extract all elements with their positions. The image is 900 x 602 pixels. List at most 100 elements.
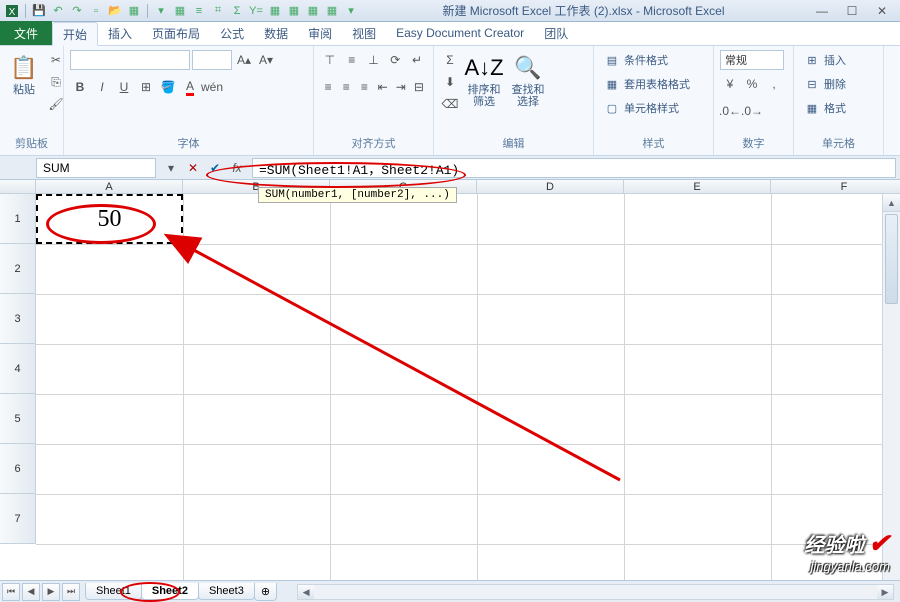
col-header[interactable]: E — [624, 180, 771, 194]
sheet-tab[interactable]: Sheet3 — [198, 583, 255, 600]
cond-format-button[interactable]: ▤条件格式 — [600, 50, 707, 70]
orientation-icon[interactable]: ⟳ — [385, 50, 405, 70]
sheet-nav-first-icon[interactable]: ⏮ — [2, 583, 20, 601]
qat-icon[interactable]: ▾ — [153, 3, 169, 19]
row-header[interactable]: 1 — [0, 194, 36, 244]
save-icon[interactable]: 💾 — [31, 3, 47, 19]
open-icon[interactable]: 📂 — [107, 3, 123, 19]
align-mid-icon[interactable]: ≡ — [342, 50, 362, 70]
row-header[interactable]: 6 — [0, 444, 36, 494]
font-color-icon[interactable]: A — [180, 77, 200, 97]
align-center-icon[interactable]: ≡ — [338, 77, 354, 97]
scroll-thumb[interactable] — [885, 214, 898, 304]
tab-edc[interactable]: Easy Document Creator — [386, 21, 534, 45]
delete-cells-button[interactable]: ⊟删除 — [800, 74, 877, 94]
merge-icon[interactable]: ⊟ — [411, 77, 427, 97]
tab-insert[interactable]: 插入 — [98, 21, 142, 45]
align-bot-icon[interactable]: ⊥ — [364, 50, 384, 70]
font-size-select[interactable] — [192, 50, 232, 70]
qat-more-icon[interactable]: ▾ — [343, 3, 359, 19]
undo-icon[interactable]: ↶ — [50, 3, 66, 19]
wrap-icon[interactable]: ↵ — [407, 50, 427, 70]
qat-icon[interactable]: ≡ — [191, 3, 207, 19]
inc-decimal-icon[interactable]: .0← — [720, 101, 740, 121]
row-header[interactable]: 4 — [0, 344, 36, 394]
sheet-nav-last-icon[interactable]: ⏭ — [62, 583, 80, 601]
qat-icon[interactable]: ▦ — [305, 3, 321, 19]
currency-icon[interactable]: ¥ — [720, 74, 740, 94]
qat-icon[interactable]: Σ — [229, 3, 245, 19]
row-header[interactable]: 5 — [0, 394, 36, 444]
redo-icon[interactable]: ↷ — [69, 3, 85, 19]
enter-formula-icon[interactable]: ✔ — [204, 158, 226, 178]
align-right-icon[interactable]: ≡ — [356, 77, 372, 97]
copy-icon[interactable]: ⎘ — [46, 72, 66, 92]
name-box[interactable]: SUM — [36, 158, 156, 178]
indent-inc-icon[interactable]: ⇥ — [393, 77, 409, 97]
row-header[interactable]: 7 — [0, 494, 36, 544]
new-sheet-button[interactable]: ⊕ — [254, 583, 277, 601]
table-format-button[interactable]: ▦套用表格格式 — [600, 74, 707, 94]
qat-icon[interactable]: ⌗ — [210, 3, 226, 19]
sheet-tab[interactable]: Sheet1 — [85, 583, 142, 600]
format-cells-button[interactable]: ▦格式 — [800, 98, 877, 118]
cell-a1[interactable]: 50 — [36, 194, 183, 244]
file-tab[interactable]: 文件 — [0, 21, 52, 45]
shrink-font-icon[interactable]: A▾ — [256, 50, 276, 70]
qat-icon[interactable]: ▦ — [324, 3, 340, 19]
tab-team[interactable]: 团队 — [534, 21, 578, 45]
qat-icon[interactable]: Y= — [248, 3, 264, 19]
tab-home[interactable]: 开始 — [52, 22, 98, 46]
vertical-scrollbar[interactable]: ▲ — [882, 194, 900, 580]
sheet-nav-next-icon[interactable]: ▶ — [42, 583, 60, 601]
cells-area[interactable]: 50 — [36, 194, 882, 580]
dec-decimal-icon[interactable]: .0→ — [742, 101, 762, 121]
spreadsheet-grid[interactable]: A B C D E F 1 2 3 4 5 6 7 50 ▲ — [0, 180, 900, 580]
close-button[interactable]: ✕ — [868, 2, 896, 20]
row-headers[interactable]: 1 2 3 4 5 6 7 — [0, 194, 36, 544]
fill-color-icon[interactable]: 🪣 — [158, 77, 178, 97]
format-painter-icon[interactable]: 🖌 — [46, 94, 66, 114]
align-top-icon[interactable]: ⊤ — [320, 50, 340, 70]
find-button[interactable]: 🔍 查找和选择 — [508, 50, 548, 110]
border-icon[interactable]: ⊞ — [136, 77, 156, 97]
insert-cells-button[interactable]: ⊞插入 — [800, 50, 877, 70]
number-format-select[interactable]: 常规 — [720, 50, 784, 70]
italic-button[interactable]: I — [92, 77, 112, 97]
scroll-left-icon[interactable]: ◀ — [298, 585, 314, 599]
new-icon[interactable]: ▫ — [88, 3, 104, 19]
minimize-button[interactable]: — — [808, 2, 836, 20]
maximize-button[interactable]: ☐ — [838, 2, 866, 20]
sort-button[interactable]: A↓Z 排序和筛选 — [464, 50, 504, 110]
fill-icon[interactable]: ⬇ — [440, 72, 460, 92]
row-header[interactable]: 3 — [0, 294, 36, 344]
formula-input[interactable]: =SUM(Sheet1!A1，Sheet2!A1) — [252, 158, 896, 178]
underline-button[interactable]: U — [114, 77, 134, 97]
sheet-nav-prev-icon[interactable]: ◀ — [22, 583, 40, 601]
paste-button[interactable]: 📋 粘贴 — [6, 50, 42, 98]
sum-icon[interactable]: Σ — [440, 50, 460, 70]
scroll-right-icon[interactable]: ▶ — [877, 585, 893, 599]
tab-data[interactable]: 数据 — [254, 21, 298, 45]
col-header[interactable]: D — [477, 180, 624, 194]
percent-icon[interactable]: % — [742, 74, 762, 94]
col-header[interactable]: A — [36, 180, 183, 194]
font-name-select[interactable] — [70, 50, 190, 70]
bold-button[interactable]: B — [70, 77, 90, 97]
align-left-icon[interactable]: ≡ — [320, 77, 336, 97]
qat-icon[interactable]: ▦ — [172, 3, 188, 19]
col-header[interactable]: F — [771, 180, 900, 194]
tab-view[interactable]: 视图 — [342, 21, 386, 45]
grow-font-icon[interactable]: A▴ — [234, 50, 254, 70]
horizontal-scrollbar[interactable]: ◀ ▶ — [297, 584, 894, 600]
select-all-corner[interactable] — [0, 180, 36, 194]
tab-formulas[interactable]: 公式 — [210, 21, 254, 45]
clear-icon[interactable]: ⌫ — [440, 94, 460, 114]
sheet-tab[interactable]: Sheet2 — [141, 583, 199, 600]
row-header[interactable]: 2 — [0, 244, 36, 294]
comma-icon[interactable]: , — [764, 74, 784, 94]
cell-style-button[interactable]: ▢单元格样式 — [600, 98, 707, 118]
pinyin-icon[interactable]: wén — [202, 77, 222, 97]
qat-icon[interactable]: ▦ — [267, 3, 283, 19]
tab-review[interactable]: 审阅 — [298, 21, 342, 45]
